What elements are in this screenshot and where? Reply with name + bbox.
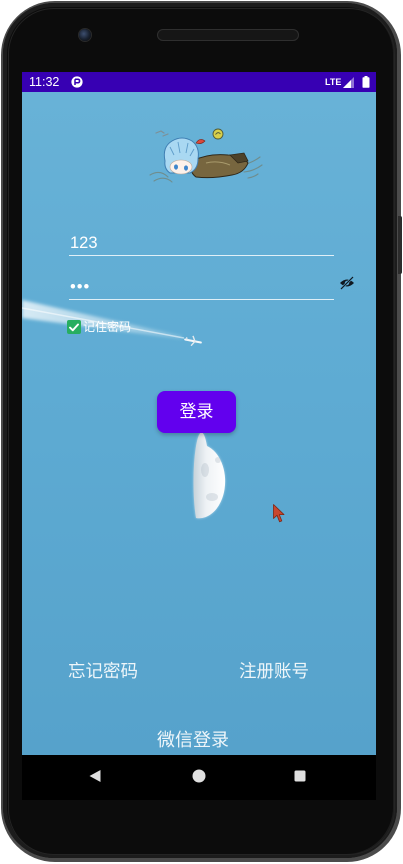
remember-password-checkbox[interactable] <box>67 320 81 334</box>
bird-marks <box>155 130 169 137</box>
signal-icon <box>343 77 354 88</box>
thought-bubble <box>212 128 224 140</box>
checkmark-icon <box>69 323 79 331</box>
wechat-login-link[interactable]: 微信登录 <box>157 731 229 751</box>
character-body <box>190 152 249 179</box>
login-button[interactable]: 登录 <box>157 391 236 433</box>
home-icon[interactable] <box>192 769 206 783</box>
eye-off-icon[interactable] <box>339 276 355 290</box>
earpiece-speaker <box>157 29 299 41</box>
forgot-password-link[interactable]: 忘记密码 <box>68 662 138 682</box>
app-notification-icon <box>71 76 83 88</box>
side-button <box>398 216 402 274</box>
password-input[interactable] <box>69 276 334 300</box>
status-time: 11:32 <box>29 75 60 89</box>
mouse-cursor-icon <box>273 504 285 523</box>
status-bar: 11:32 LTE <box>22 72 376 92</box>
register-link[interactable]: 注册账号 <box>239 662 309 682</box>
username-input[interactable] <box>69 232 334 256</box>
screen: 11:32 LTE 123 记住密码 登录 忘记密码 注册账号 微信登录 <box>22 72 376 800</box>
anime-character-illustration <box>149 128 263 183</box>
navigation-bar <box>22 755 376 800</box>
network-type-label: LTE <box>325 77 342 87</box>
remember-password-label[interactable]: 记住密码 <box>83 319 131 335</box>
recents-icon[interactable] <box>294 770 306 782</box>
battery-icon <box>362 76 370 88</box>
front-camera-icon <box>79 29 91 41</box>
back-icon[interactable] <box>88 769 102 783</box>
